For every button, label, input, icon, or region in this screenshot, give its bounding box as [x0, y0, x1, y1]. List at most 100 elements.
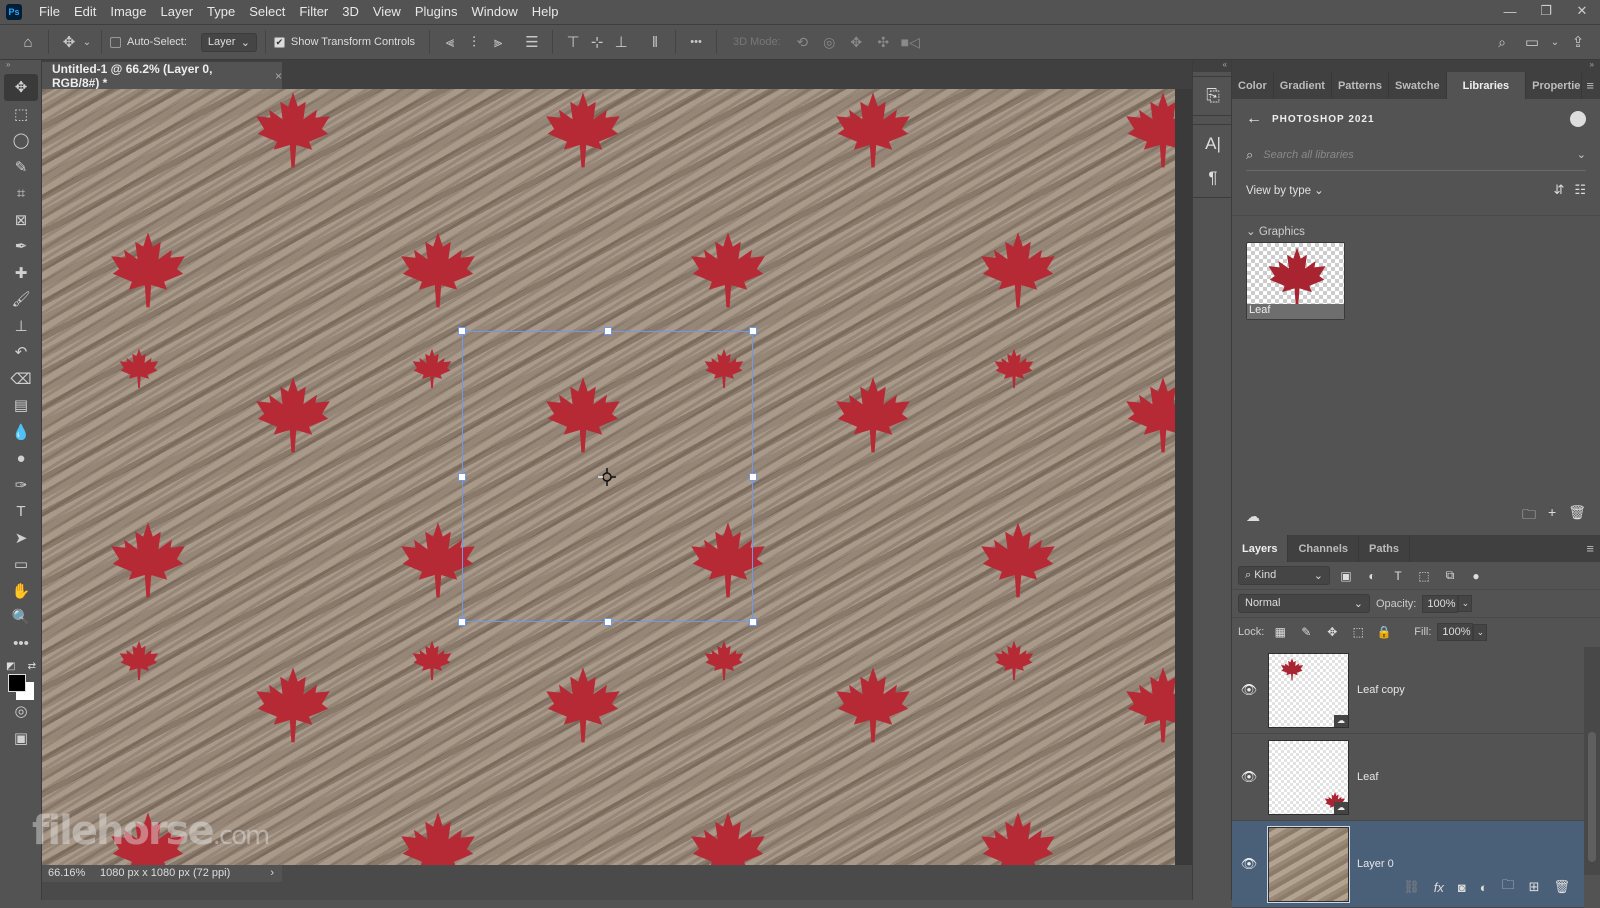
- collapse-toolbox-icon[interactable]: »: [0, 60, 41, 72]
- document-tab[interactable]: Untitled-1 @ 66.2% (Layer 0, RGB/8#) * ×: [42, 62, 282, 90]
- healing-brush-tool-icon[interactable]: ✚: [4, 260, 38, 287]
- screen-mode-icon[interactable]: ▣: [4, 725, 38, 752]
- checkmark-icon[interactable]: ✔: [273, 36, 285, 48]
- tab-swatches[interactable]: Swatche: [1389, 72, 1447, 99]
- menu-edit[interactable]: Edit: [67, 0, 103, 24]
- tab-color[interactable]: Color: [1232, 72, 1274, 99]
- search-icon[interactable]: ⌕: [1490, 30, 1514, 54]
- menu-layer[interactable]: Layer: [154, 0, 201, 24]
- layer-row-leaf-copy[interactable]: 👁 ☁ Leaf copy: [1232, 647, 1584, 734]
- add-element-icon[interactable]: +: [1548, 504, 1556, 528]
- paragraph-panel-icon[interactable]: ¶: [1196, 163, 1230, 193]
- character-panel-icon[interactable]: A|: [1196, 129, 1230, 159]
- zoom-level[interactable]: 66.16%: [42, 865, 92, 882]
- blur-tool-icon[interactable]: 💧: [4, 419, 38, 446]
- move-tool-icon[interactable]: ✥: [57, 30, 81, 54]
- lasso-tool-icon[interactable]: ◯: [4, 127, 38, 154]
- align-bottom-icon[interactable]: ⊥: [609, 30, 633, 54]
- library-search-input[interactable]: ⌕ Search all libraries ⌄: [1246, 139, 1586, 171]
- delete-icon[interactable]: 🗑: [1568, 504, 1586, 528]
- tab-paths[interactable]: Paths: [1359, 535, 1410, 562]
- pixel-filter-icon[interactable]: ▣: [1336, 569, 1356, 583]
- eraser-tool-icon[interactable]: ⌫: [4, 366, 38, 393]
- distribute-horizontal-icon[interactable]: ‖: [643, 30, 667, 54]
- stamp-tool-icon[interactable]: ⊥: [4, 313, 38, 340]
- zoom-tool-icon[interactable]: 🔍: [4, 604, 38, 631]
- roll-3d-icon[interactable]: ◎: [816, 34, 843, 51]
- type-tool-icon[interactable]: T: [4, 498, 38, 525]
- visibility-eye-icon[interactable]: 👁: [1232, 856, 1266, 872]
- opacity-input[interactable]: 100%: [1422, 594, 1459, 613]
- new-group-folder-icon[interactable]: 🗀: [1522, 504, 1536, 528]
- align-top-icon[interactable]: ⊤: [561, 30, 585, 54]
- opacity-slider-toggle[interactable]: ⌄: [1458, 595, 1473, 612]
- layer-row-leaf[interactable]: 👁 ☁ Leaf: [1232, 734, 1584, 821]
- close-document-icon[interactable]: ×: [275, 69, 282, 83]
- dodge-tool-icon[interactable]: ●: [4, 445, 38, 472]
- lock-position-icon[interactable]: ✥: [1322, 625, 1342, 639]
- lock-pixels-icon[interactable]: ✎: [1296, 625, 1316, 639]
- tab-layers[interactable]: Layers: [1232, 535, 1289, 562]
- layers-scrollbar[interactable]: [1584, 647, 1600, 875]
- lock-artboard-icon[interactable]: ⬚: [1348, 625, 1368, 639]
- menu-3d[interactable]: 3D: [335, 0, 366, 24]
- transform-handle[interactable]: [458, 618, 466, 626]
- document-info[interactable]: 1080 px x 1080 px (72 ppi) ›: [92, 865, 282, 882]
- hand-tool-icon[interactable]: ✋: [4, 578, 38, 605]
- link-layers-icon[interactable]: ⛓: [1403, 879, 1420, 895]
- home-icon[interactable]: ⌂: [16, 30, 40, 54]
- marquee-tool-icon[interactable]: ⬚: [4, 101, 38, 128]
- transform-handle[interactable]: [603, 618, 612, 626]
- layer-name[interactable]: Leaf copy: [1357, 684, 1405, 696]
- minimize-button[interactable]: —: [1492, 0, 1528, 22]
- invite-user-icon[interactable]: [1570, 111, 1586, 127]
- layer-name[interactable]: Layer 0: [1357, 858, 1394, 870]
- menu-filter[interactable]: Filter: [292, 0, 335, 24]
- pan-3d-icon[interactable]: ✥: [843, 34, 870, 51]
- sort-icon[interactable]: ⇵: [1553, 182, 1564, 198]
- tab-patterns[interactable]: Patterns: [1332, 72, 1389, 99]
- lock-transparency-icon[interactable]: ▦: [1270, 625, 1290, 639]
- expand-icon[interactable]: »: [1590, 60, 1594, 72]
- menu-help[interactable]: Help: [525, 0, 566, 24]
- menu-plugins[interactable]: Plugins: [408, 0, 465, 24]
- camera-3d-icon[interactable]: ■◁: [897, 34, 924, 51]
- brush-tool-icon[interactable]: 🖌: [4, 286, 38, 313]
- orbit-3d-icon[interactable]: ⟲: [789, 34, 816, 51]
- distribute-vertical-icon[interactable]: ☰: [520, 30, 544, 54]
- show-transform-controls-checkbox[interactable]: ✔ Show Transform Controls: [273, 36, 415, 48]
- gradient-tool-icon[interactable]: ▤: [4, 392, 38, 419]
- history-brush-tool-icon[interactable]: ↶: [4, 339, 38, 366]
- align-left-icon[interactable]: ⫷: [438, 30, 462, 54]
- menu-type[interactable]: Type: [200, 0, 242, 24]
- collapse-dock-icon[interactable]: «: [1193, 60, 1231, 72]
- slide-3d-icon[interactable]: ✣: [870, 34, 897, 51]
- new-layer-icon[interactable]: ⊞: [1529, 879, 1540, 895]
- rectangle-tool-icon[interactable]: ▭: [4, 551, 38, 578]
- menu-view[interactable]: View: [366, 0, 408, 24]
- cloud-sync-icon[interactable]: ☁: [1246, 508, 1260, 525]
- tab-properties[interactable]: Propertie: [1526, 72, 1583, 99]
- path-select-tool-icon[interactable]: ➤: [4, 525, 38, 552]
- history-panel-icon[interactable]: ⎘: [1196, 81, 1230, 111]
- quick-mask-icon[interactable]: ◎: [4, 698, 38, 725]
- scrollbar-thumb[interactable]: [1588, 732, 1596, 862]
- crop-tool-icon[interactable]: ⌗: [4, 180, 38, 207]
- more-options-icon[interactable]: •••: [684, 30, 708, 54]
- restore-button[interactable]: ❐: [1528, 0, 1564, 22]
- new-group-icon[interactable]: 🗀: [1502, 876, 1515, 898]
- library-item-leaf[interactable]: Leaf: [1246, 242, 1345, 320]
- auto-select-checkbox[interactable]: Auto-Select:: [110, 36, 187, 48]
- quick-select-tool-icon[interactable]: ✎: [4, 154, 38, 181]
- adjustment-layer-icon[interactable]: ◐: [1480, 880, 1488, 895]
- shape-filter-icon[interactable]: ⬚: [1414, 569, 1434, 583]
- smart-object-filter-icon[interactable]: ⧉: [1440, 568, 1460, 583]
- canvas-vertical-scrollbar[interactable]: [1175, 89, 1192, 865]
- visibility-eye-icon[interactable]: 👁: [1232, 682, 1266, 698]
- section-chevron-icon[interactable]: ⌄: [1246, 226, 1256, 238]
- menu-file[interactable]: File: [32, 0, 67, 24]
- layer-style-fx-icon[interactable]: fx: [1434, 880, 1444, 895]
- fill-slider-toggle[interactable]: ⌄: [1473, 623, 1488, 641]
- chevron-down-icon[interactable]: ⌄: [1550, 30, 1560, 54]
- close-window-button[interactable]: ✕: [1564, 0, 1600, 22]
